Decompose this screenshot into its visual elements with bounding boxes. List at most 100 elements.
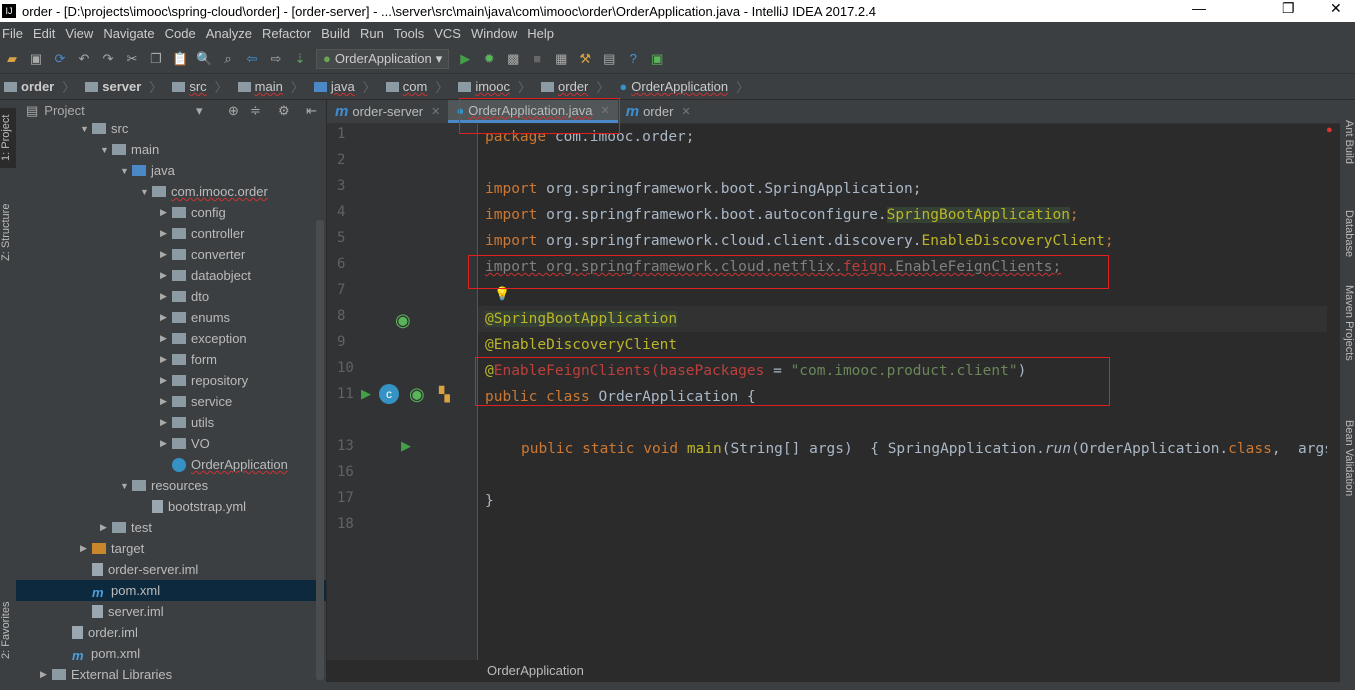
collapsed-arrow-icon[interactable]: ▶	[160, 207, 172, 218]
expanded-arrow-icon[interactable]: ▼	[80, 124, 92, 134]
tree-item[interactable]: ▼ resources	[16, 475, 326, 496]
tree-item[interactable]: ▶ form	[16, 349, 326, 370]
debug-icon[interactable]: ✹	[481, 51, 497, 67]
breadcrumb-item[interactable]: ● OrderApplication 〉	[619, 77, 749, 96]
close-button[interactable]: ✕	[1330, 0, 1342, 17]
run-icon[interactable]: ▶	[457, 51, 473, 67]
error-stripe-icon[interactable]: ●	[1326, 124, 1333, 136]
expanded-arrow-icon[interactable]: ▼	[100, 145, 112, 155]
coverage-icon[interactable]: ▩	[505, 51, 521, 67]
find-icon[interactable]: 🔍	[196, 51, 212, 67]
spring-class-icon[interactable]: c	[379, 384, 399, 404]
tree-item[interactable]: bootstrap.yml	[16, 496, 326, 517]
collapsed-arrow-icon[interactable]: ▶	[160, 270, 172, 281]
tree-item[interactable]: ▶ test	[16, 517, 326, 538]
tab-order[interactable]: m order ✕	[618, 100, 699, 123]
undo-icon[interactable]: ↶	[76, 51, 92, 67]
expanded-arrow-icon[interactable]: ▼	[140, 187, 152, 197]
tree-item[interactable]: ▶ utils	[16, 412, 326, 433]
locate-icon[interactable]: ⊕	[228, 103, 239, 119]
copy-icon[interactable]: ❐	[148, 51, 164, 67]
plugin-icon[interactable]: ▣	[649, 51, 665, 67]
collapsed-arrow-icon[interactable]: ▶	[40, 669, 52, 680]
save-icon[interactable]: ▣	[28, 51, 44, 67]
tool-tab-ant-build[interactable]: Ant Build	[1340, 120, 1355, 164]
run-gutter-icon[interactable]: ▶	[361, 386, 371, 402]
menu-run[interactable]: Run	[358, 26, 386, 41]
collapsed-arrow-icon[interactable]: ▶	[160, 291, 172, 302]
close-tab-icon[interactable]: ✕	[681, 105, 690, 118]
tool-tab-structure[interactable]: Z: Structure	[0, 192, 16, 272]
tree-item[interactable]: ▼ java	[16, 160, 326, 181]
menu-build[interactable]: Build	[319, 26, 352, 41]
collapsed-arrow-icon[interactable]: ▶	[160, 312, 172, 323]
tool-tab-maven[interactable]: Maven Projects	[1340, 285, 1355, 361]
menu-refactor[interactable]: Refactor	[260, 26, 313, 41]
tree-item[interactable]: ▼ com.imooc.order	[16, 181, 326, 202]
tree-item[interactable]: order.iml	[16, 622, 326, 643]
tree-item[interactable]: m pom.xml	[16, 580, 326, 601]
stop-icon[interactable]: ■	[529, 51, 545, 67]
tree-item[interactable]: ▶ converter	[16, 244, 326, 265]
open-icon[interactable]: ▰	[4, 51, 20, 67]
tree-item[interactable]: ▶ controller	[16, 223, 326, 244]
menu-tools[interactable]: Tools	[392, 26, 426, 41]
collapse-icon[interactable]: ≑	[250, 103, 261, 119]
tree-item[interactable]: ▼ src	[16, 118, 326, 139]
maximize-button[interactable]: ❐	[1282, 0, 1295, 17]
tree-item[interactable]: ▶ exception	[16, 328, 326, 349]
breadcrumb-item[interactable]: order 〉	[541, 77, 609, 96]
menu-navigate[interactable]: Navigate	[101, 26, 156, 41]
tool-tab-database[interactable]: Database	[1340, 210, 1355, 257]
tree-item[interactable]: ▶ service	[16, 391, 326, 412]
collapsed-arrow-icon[interactable]: ▶	[80, 543, 92, 554]
tree-item[interactable]: OrderApplication	[16, 454, 326, 475]
breadcrumb-item[interactable]: src 〉	[172, 77, 228, 96]
sync-icon[interactable]: ⟳	[52, 51, 68, 67]
tree-item[interactable]: ▶ enums	[16, 307, 326, 328]
run-configuration-select[interactable]: ● OrderApplication ▾	[316, 48, 450, 69]
menu-window[interactable]: Window	[469, 26, 519, 41]
tree-item[interactable]: ▶ target	[16, 538, 326, 559]
breadcrumb-item[interactable]: com 〉	[385, 77, 448, 96]
redo-icon[interactable]: ↷	[100, 51, 116, 67]
tree-item[interactable]: ▶ repository	[16, 370, 326, 391]
tree-item[interactable]: m pom.xml	[16, 643, 326, 664]
collapsed-arrow-icon[interactable]: ▶	[160, 417, 172, 428]
forward-icon[interactable]: ⇨	[268, 51, 284, 67]
collapsed-arrow-icon[interactable]: ▶	[160, 249, 172, 260]
view-dropdown-icon[interactable]: ▾	[196, 103, 203, 119]
collapsed-arrow-icon[interactable]: ▶	[160, 333, 172, 344]
menu-help[interactable]: Help	[525, 26, 556, 41]
menu-view[interactable]: View	[63, 26, 95, 41]
collapsed-arrow-icon[interactable]: ▶	[160, 438, 172, 449]
hide-icon[interactable]: ⇤	[306, 103, 317, 119]
gear-icon[interactable]: ⚙	[278, 103, 290, 119]
menu-file[interactable]: File	[0, 26, 25, 41]
breadcrumb-item[interactable]: order 〉	[4, 77, 75, 96]
menu-vcs[interactable]: VCS	[432, 26, 463, 41]
spring-diagram-icon[interactable]: ▚	[439, 386, 450, 403]
menu-analyze[interactable]: Analyze	[204, 26, 254, 41]
breadcrumb-item[interactable]: main 〉	[237, 77, 304, 96]
collapsed-arrow-icon[interactable]: ▶	[160, 396, 172, 407]
breadcrumb-item[interactable]: java 〉	[313, 77, 376, 96]
expanded-arrow-icon[interactable]: ▼	[120, 481, 132, 491]
expanded-arrow-icon[interactable]: ▼	[120, 166, 132, 176]
build-icon[interactable]: ⇣	[292, 51, 308, 67]
tool-tab-project[interactable]: 1: Project	[0, 108, 16, 168]
cut-icon[interactable]: ✂	[124, 51, 140, 67]
tree-item[interactable]: server.iml	[16, 601, 326, 622]
minimize-button[interactable]: —	[1192, 0, 1206, 16]
tool-tab-favorites[interactable]: 2: Favorites	[0, 590, 16, 670]
spring-bean-icon[interactable]: ◉	[395, 310, 411, 331]
tree-item[interactable]: ▼ main	[16, 139, 326, 160]
tab-order-server[interactable]: m order-server ✕	[327, 100, 448, 123]
replace-icon[interactable]: ⌕	[220, 51, 236, 67]
collapsed-arrow-icon[interactable]: ▶	[160, 228, 172, 239]
paste-icon[interactable]: 📋	[172, 51, 188, 67]
project-scrollbar[interactable]	[316, 220, 324, 680]
collapsed-arrow-icon[interactable]: ▶	[160, 375, 172, 386]
collapsed-arrow-icon[interactable]: ▶	[100, 522, 112, 533]
back-icon[interactable]: ⇦	[244, 51, 260, 67]
